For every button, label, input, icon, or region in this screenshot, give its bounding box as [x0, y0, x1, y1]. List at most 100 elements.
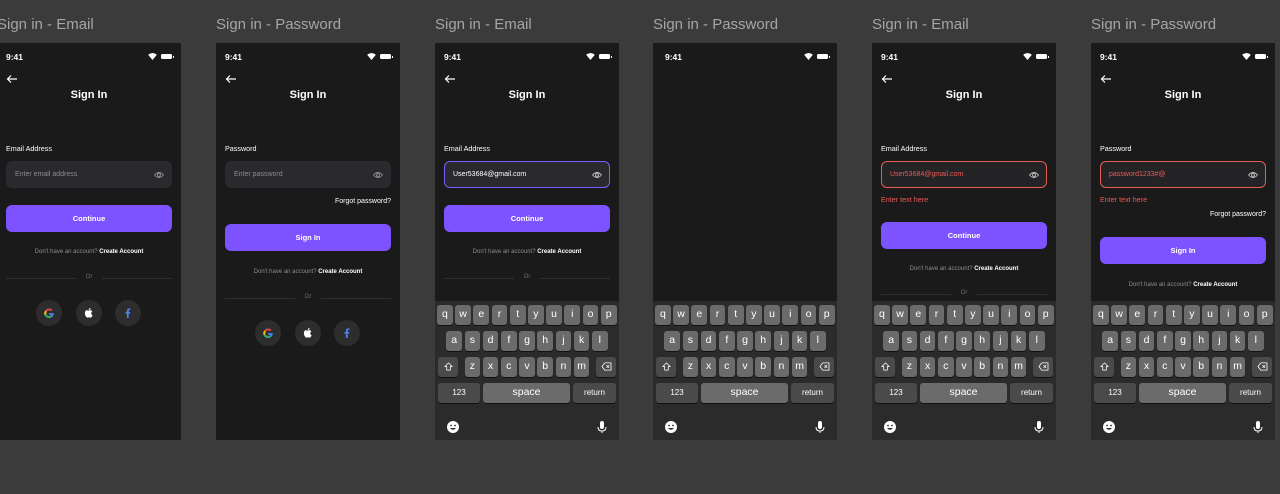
key-v[interactable]: v	[1175, 357, 1191, 377]
key-m[interactable]: m	[791, 357, 808, 377]
key-z[interactable]: z	[682, 357, 699, 377]
key-l[interactable]: l	[1028, 331, 1045, 351]
key-s[interactable]: s	[682, 331, 699, 351]
key-l[interactable]: l	[591, 331, 608, 351]
eye-icon[interactable]	[1248, 170, 1258, 180]
space-key[interactable]: space	[920, 383, 1007, 403]
key-e[interactable]: e	[910, 305, 927, 325]
create-account-link[interactable]: Create Account	[1193, 282, 1237, 288]
create-account-link[interactable]: Create Account	[99, 249, 143, 255]
key-a[interactable]: a	[664, 331, 681, 351]
key-t[interactable]: t	[509, 305, 526, 325]
space-key[interactable]: space	[701, 383, 788, 403]
apple-button[interactable]	[295, 320, 321, 346]
key-o[interactable]: o	[1238, 305, 1255, 325]
return-key[interactable]: return	[791, 383, 834, 403]
shift-key[interactable]	[875, 357, 895, 377]
key-v[interactable]: v	[519, 357, 535, 377]
backspace-key[interactable]	[596, 357, 616, 377]
key-b[interactable]: b	[1193, 357, 1210, 377]
key-e[interactable]: e	[473, 305, 490, 325]
emoji-icon[interactable]	[446, 420, 460, 434]
eye-icon[interactable]	[1029, 170, 1039, 180]
key-i[interactable]: i	[1001, 305, 1018, 325]
key-p[interactable]: p	[1256, 305, 1273, 325]
key-i[interactable]: i	[564, 305, 581, 325]
facebook-button[interactable]	[115, 300, 141, 326]
key-b[interactable]: b	[755, 357, 772, 377]
key-u[interactable]: u	[546, 305, 562, 325]
space-key[interactable]: space	[483, 383, 570, 403]
key-p[interactable]: p	[818, 305, 835, 325]
key-a[interactable]: a	[446, 331, 463, 351]
emoji-icon[interactable]	[1102, 420, 1116, 434]
key-o[interactable]: o	[800, 305, 817, 325]
key-o[interactable]: o	[582, 305, 599, 325]
backspace-key[interactable]	[1252, 357, 1272, 377]
back-arrow-icon[interactable]	[225, 73, 237, 85]
key-r[interactable]: r	[928, 305, 945, 325]
key-j[interactable]: j	[773, 331, 790, 351]
key-c[interactable]: c	[937, 357, 954, 377]
key-k[interactable]: k	[573, 331, 590, 351]
key-n[interactable]: n	[555, 357, 572, 377]
eye-icon[interactable]	[373, 170, 383, 180]
key-m[interactable]: m	[573, 357, 590, 377]
microphone-icon[interactable]	[813, 420, 827, 434]
eye-icon[interactable]	[592, 170, 602, 180]
key-x[interactable]: x	[1138, 357, 1155, 377]
key-f[interactable]: f	[718, 331, 735, 351]
key-l[interactable]: l	[1247, 331, 1264, 351]
key-i[interactable]: i	[782, 305, 799, 325]
key-c[interactable]: c	[718, 357, 735, 377]
key-h[interactable]: h	[1193, 331, 1210, 351]
key-n[interactable]: n	[992, 357, 1009, 377]
key-t[interactable]: t	[946, 305, 963, 325]
key-w[interactable]: w	[892, 305, 908, 325]
continue-button[interactable]: Continue	[6, 205, 172, 232]
key-w[interactable]: w	[1111, 305, 1127, 325]
key-z[interactable]: z	[1120, 357, 1137, 377]
key-z[interactable]: z	[464, 357, 481, 377]
key-d[interactable]: d	[700, 331, 717, 351]
key-g[interactable]: g	[1175, 331, 1191, 351]
key-h[interactable]: h	[974, 331, 991, 351]
create-account-link[interactable]: Create Account	[537, 249, 581, 255]
key-y[interactable]: y	[1184, 305, 1200, 325]
space-key[interactable]: space	[1139, 383, 1226, 403]
key-e[interactable]: e	[1129, 305, 1146, 325]
password-field[interactable]: Enter password	[225, 161, 391, 188]
create-account-link[interactable]: Create Account	[318, 269, 362, 275]
google-button[interactable]	[255, 320, 281, 346]
key-x[interactable]: x	[919, 357, 936, 377]
key-u[interactable]: u	[983, 305, 999, 325]
password-field[interactable]: password1233#@	[1100, 161, 1266, 188]
microphone-icon[interactable]	[595, 420, 609, 434]
key-c[interactable]: c	[1156, 357, 1173, 377]
key-j[interactable]: j	[555, 331, 572, 351]
continue-button[interactable]: Continue	[881, 222, 1047, 249]
numbers-key[interactable]: 123	[1094, 383, 1136, 403]
forgot-password-link[interactable]: Forgot password?	[335, 198, 391, 205]
shift-key[interactable]	[656, 357, 676, 377]
back-arrow-icon[interactable]	[6, 73, 18, 85]
create-account-link[interactable]: Create Account	[974, 266, 1018, 272]
key-s[interactable]: s	[901, 331, 918, 351]
key-d[interactable]: d	[919, 331, 936, 351]
forgot-password-link[interactable]: Forgot password?	[1210, 211, 1266, 218]
key-k[interactable]: k	[1010, 331, 1027, 351]
google-button[interactable]	[36, 300, 62, 326]
return-key[interactable]: return	[1010, 383, 1053, 403]
key-v[interactable]: v	[737, 357, 753, 377]
key-f[interactable]: f	[1156, 331, 1173, 351]
shift-key[interactable]	[1094, 357, 1114, 377]
key-h[interactable]: h	[755, 331, 772, 351]
key-g[interactable]: g	[519, 331, 535, 351]
key-a[interactable]: a	[1102, 331, 1119, 351]
email-field[interactable]: User53684@gmail.com	[444, 161, 610, 188]
key-t[interactable]: t	[727, 305, 744, 325]
key-a[interactable]: a	[883, 331, 900, 351]
numbers-key[interactable]: 123	[875, 383, 917, 403]
key-h[interactable]: h	[537, 331, 554, 351]
sign-in-button[interactable]: Sign In	[1100, 237, 1266, 264]
